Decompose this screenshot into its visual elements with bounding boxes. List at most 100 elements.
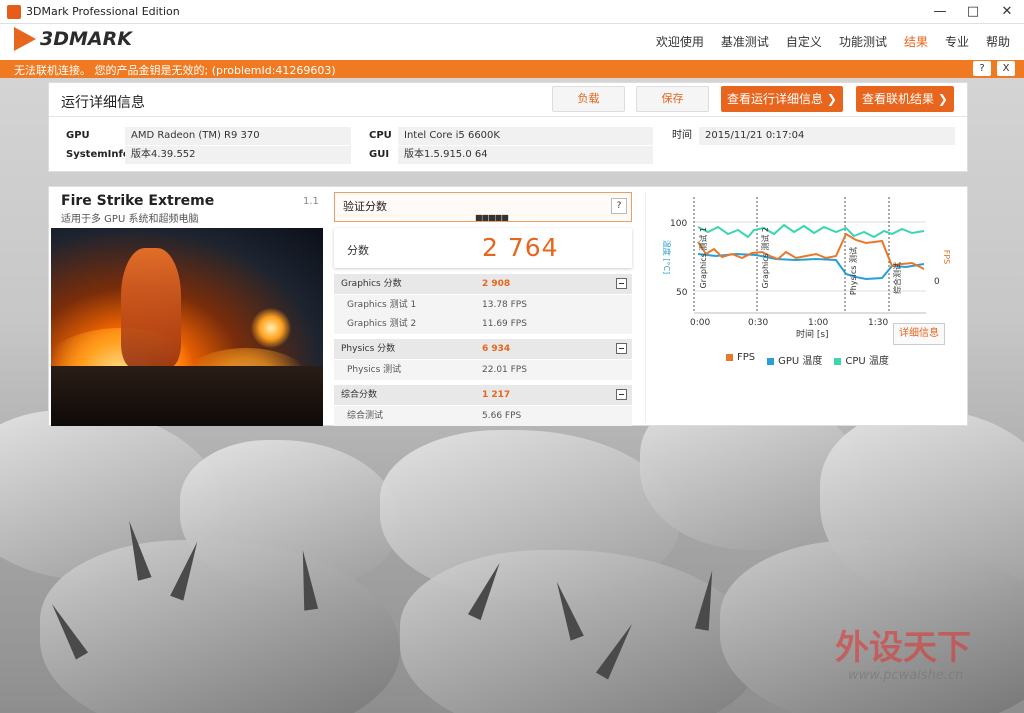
physics-score-row: Physics 分数 6 934 — [334, 339, 632, 359]
watermark-url: www.pcwaishe.cn — [848, 668, 964, 683]
nav-custom[interactable]: 自定义 — [786, 33, 822, 50]
collapse-button[interactable] — [616, 343, 627, 354]
nav-benchmarks[interactable]: 基准测试 — [721, 33, 769, 50]
gpu-key: GPU — [66, 130, 90, 141]
logo-text: 3DMARK — [40, 28, 132, 50]
chevron-right-icon: ❯ — [826, 92, 837, 106]
error-bar: 无法联机连接。 您的产品金钥是无效的; (problemId:41269603)… — [0, 60, 1024, 78]
systeminfo-key: SystemInfo — [66, 149, 130, 160]
gpu-value: AMD Radeon (TM) R9 370 Series(15.201.115… — [125, 127, 351, 159]
y-left-label: 温度 [°C] — [662, 240, 672, 274]
legend-cpu-temp: CPU 温度 — [834, 352, 889, 367]
x-tick: 0:30 — [748, 318, 768, 328]
row-label: Graphics 测试 2 — [347, 319, 417, 329]
scores-section: 验证分数 ■■■■■ ? 分数 2 764 Graphics 分数 2 908 … — [334, 192, 632, 428]
row-label: 综合分数 — [341, 390, 378, 400]
y-right-label: FPS — [942, 250, 951, 265]
verify-score-box: 验证分数 ■■■■■ ? — [334, 192, 632, 222]
view-run-details-label: 查看运行详细信息 — [727, 92, 824, 106]
score-value: 2 764 — [482, 233, 559, 262]
window-title: 3DMark Professional Edition — [26, 5, 180, 18]
verify-score-label: 验证分数 — [343, 200, 387, 213]
row-value: 1 217 — [482, 390, 511, 400]
app-icon — [7, 5, 21, 19]
main-score-box: 分数 2 764 — [334, 228, 632, 268]
view-online-results-button[interactable]: 查看联机结果 ❯ — [856, 86, 954, 112]
collapse-button[interactable] — [616, 278, 627, 289]
nav-welcome[interactable]: 欢迎使用 — [656, 33, 704, 50]
row-value: 2 908 — [482, 279, 511, 289]
maximize-button[interactable]: □ — [958, 2, 988, 22]
nav-help[interactable]: 帮助 — [986, 33, 1010, 50]
segment-label: Physics 测试 — [848, 247, 858, 295]
save-button[interactable]: 保存 — [636, 86, 709, 112]
nav-results[interactable]: 结果 — [904, 33, 928, 50]
watermark-brand: 外设天下 — [835, 628, 971, 668]
x-tick: 1:00 — [808, 318, 828, 328]
error-close-button[interactable]: X — [997, 61, 1015, 76]
row-value: 22.01 FPS — [482, 365, 527, 375]
load-button[interactable]: 负载 — [552, 86, 625, 112]
physics-test-row: Physics 测试 22.01 FPS — [334, 360, 632, 380]
x-tick: 0:00 — [690, 318, 710, 328]
legend-fps: FPS — [726, 352, 755, 367]
error-message: 无法联机连接。 您的产品金钥是无效的; (problemId:41269603) — [14, 64, 336, 77]
x-axis-label: 时间 [s] — [796, 328, 829, 340]
row-label: Physics 测试 — [347, 365, 402, 375]
test-name: Fire Strike Extreme — [61, 193, 215, 209]
fire-strike-artwork — [51, 228, 323, 426]
divider — [49, 116, 967, 117]
y-left-tick: 100 — [670, 219, 687, 229]
graphics-score-row: Graphics 分数 2 908 — [334, 274, 632, 294]
row-label: Physics 分数 — [341, 344, 396, 354]
row-value: 6 934 — [482, 344, 511, 354]
chevron-right-icon: ❯ — [937, 92, 948, 106]
chart-legend: FPS GPU 温度 CPU 温度 — [726, 352, 889, 367]
row-value: 11.69 FPS — [482, 319, 527, 329]
time-value: 2015/11/21 0:17:04 — [699, 127, 955, 145]
chart-details-button[interactable]: 详细信息 — [893, 323, 945, 345]
app-header: 3DMARK 欢迎使用 基准测试 自定义 功能测试 结果 专业 帮助 — [0, 24, 1024, 60]
run-details-panel: 运行详细信息 负载 保存 查看运行详细信息 ❯ 查看联机结果 ❯ GPU AMD… — [48, 82, 968, 172]
verify-status: ■■■■■ — [475, 213, 509, 222]
run-details-title: 运行详细信息 — [61, 95, 145, 111]
score-label: 分数 — [347, 244, 369, 257]
systeminfo-value: 版本4.39.552 — [125, 146, 351, 164]
view-run-details-button[interactable]: 查看运行详细信息 ❯ — [721, 86, 843, 112]
segment-label: 综合测试 — [892, 262, 902, 294]
title-bar: 3DMark Professional Edition — □ ✕ — [0, 0, 1024, 24]
row-label: 综合测试 — [347, 411, 384, 421]
nav-pro[interactable]: 专业 — [945, 33, 969, 50]
combined-test-row: 综合测试 5.66 FPS — [334, 406, 632, 426]
close-window-button[interactable]: ✕ — [992, 2, 1022, 22]
combined-score-row: 综合分数 1 217 — [334, 385, 632, 405]
legend-gpu-temp: GPU 温度 — [767, 352, 822, 367]
monitoring-chart: Graphics 测试 1 Graphics 测试 2 Physics 测试 综… — [645, 192, 963, 422]
segment-label: Graphics 测试 1 — [698, 227, 708, 289]
test-description: 适用于多 GPU 系统和超频电脑 — [61, 214, 199, 225]
row-label: Graphics 分数 — [341, 279, 402, 289]
test-version: 1.1 — [303, 196, 319, 207]
gui-key: GUI — [369, 149, 390, 160]
logo-arrow-icon — [14, 27, 36, 51]
gui-value: 版本1.5.915.0 64 — [398, 146, 653, 164]
main-nav: 欢迎使用 基准测试 自定义 功能测试 结果 专业 帮助 — [656, 33, 1010, 50]
y-right-tick: 0 — [934, 277, 940, 287]
graphics-test-1-row: Graphics 测试 1 13.78 FPS — [334, 295, 632, 315]
cpu-value: Intel Core i5 6600K — [398, 127, 653, 145]
test-result-panel: Fire Strike Extreme 1.1 适用于多 GPU 系统和超频电脑… — [48, 186, 968, 426]
row-label: Graphics 测试 1 — [347, 300, 417, 310]
verify-help-button[interactable]: ? — [611, 198, 627, 214]
nav-feature-tests[interactable]: 功能测试 — [839, 33, 887, 50]
x-tick: 1:30 — [868, 318, 888, 328]
graphics-test-2-row: Graphics 测试 2 11.69 FPS — [334, 314, 632, 334]
view-online-results-label: 查看联机结果 — [862, 92, 935, 106]
row-value: 5.66 FPS — [482, 411, 522, 421]
minimize-button[interactable]: — — [925, 2, 955, 22]
error-help-button[interactable]: ? — [973, 61, 991, 76]
segment-label: Graphics 测试 2 — [760, 227, 770, 289]
y-left-tick: 50 — [676, 288, 688, 298]
collapse-button[interactable] — [616, 389, 627, 400]
time-key: 时间 — [672, 130, 692, 141]
3dmark-logo: 3DMARK — [14, 27, 132, 51]
